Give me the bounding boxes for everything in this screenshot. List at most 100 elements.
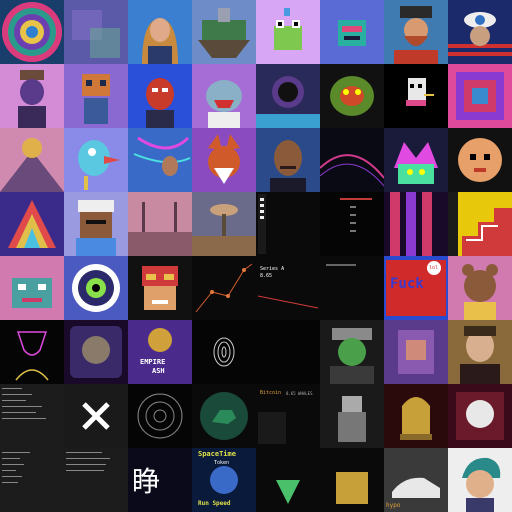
tile-neon-curtains[interactable] xyxy=(384,192,448,256)
tile-dark-ui-lines[interactable] xyxy=(256,192,320,256)
tile-silver-robot[interactable] xyxy=(320,384,384,448)
pixel-cap-guy-art xyxy=(64,192,128,256)
tile-pixel-frog[interactable] xyxy=(256,0,320,64)
tile-series-chart[interactable]: Series A 8.65 xyxy=(256,256,320,320)
rainbow-bird-art xyxy=(0,192,64,256)
eye-flag-art xyxy=(448,0,512,64)
tile-list-doc[interactable] xyxy=(0,448,64,512)
tile-wolf-cartoon[interactable] xyxy=(192,64,256,128)
tile-pink-glitch[interactable] xyxy=(448,64,512,128)
neon-curtains-art xyxy=(384,192,448,256)
tile-floating-island[interactable] xyxy=(192,0,256,64)
blue-bird-cartoon-art xyxy=(64,128,128,192)
tile-black-empty[interactable] xyxy=(256,320,320,384)
black-empty-art xyxy=(256,320,320,384)
neon-cat-art xyxy=(384,128,448,192)
tile-woman-portrait[interactable] xyxy=(128,0,192,64)
tile-bearded-man[interactable] xyxy=(384,0,448,64)
tile-anime-frame[interactable] xyxy=(448,384,512,448)
tile-text-block[interactable] xyxy=(64,448,128,512)
tile-neon-line-face[interactable] xyxy=(0,320,64,384)
card-creature-art xyxy=(64,320,128,384)
tile-yellow-stairs[interactable] xyxy=(448,192,512,256)
tile-fox-character[interactable] xyxy=(192,128,256,192)
black-blank-art xyxy=(320,256,384,320)
dark-ui-lines-art xyxy=(256,192,320,256)
woman-neon-hair-art xyxy=(128,128,192,192)
tile-spiral-eye[interactable] xyxy=(64,256,128,320)
pixel-frog-pink-art xyxy=(0,256,64,320)
series-title: Series A xyxy=(260,266,285,272)
tile-blue-bird-cartoon[interactable] xyxy=(64,128,128,192)
gold-box-art xyxy=(320,448,384,512)
tile-rainbow-bird[interactable] xyxy=(0,192,64,256)
tile-neon-cat[interactable] xyxy=(384,128,448,192)
tile-gold-box[interactable] xyxy=(320,448,384,512)
tile-kanji[interactable]: 睁 xyxy=(128,448,192,512)
tile-pixel-punk-skull[interactable] xyxy=(384,64,448,128)
tile-pick-list[interactable] xyxy=(256,448,320,512)
tile-dino-circle[interactable] xyxy=(192,384,256,448)
tile-teal-hair-character[interactable] xyxy=(448,448,512,512)
tile-golden-helmet[interactable] xyxy=(384,384,448,448)
tile-pixel-frog-pink[interactable] xyxy=(0,256,64,320)
bitcoin-title: Bitcoin xyxy=(260,390,282,396)
pixel-frog-art xyxy=(256,0,320,64)
floating-island-art xyxy=(192,0,256,64)
tile-green-hat-man[interactable] xyxy=(320,320,384,384)
pixel-portrait-art xyxy=(384,320,448,384)
tile-empire-ash[interactable]: EMPIRE ASH xyxy=(128,320,192,384)
tile-dark-wave[interactable] xyxy=(320,128,384,192)
silver-robot-art xyxy=(320,384,384,448)
tile-close-cross[interactable] xyxy=(64,384,128,448)
sneaker-caption: hypo xyxy=(386,502,401,509)
tile-woman-neon-hair[interactable] xyxy=(128,128,192,192)
tile-dark-list[interactable] xyxy=(320,192,384,256)
tile-pixel-baby[interactable] xyxy=(448,128,512,192)
woman-portrait-art xyxy=(128,0,192,64)
dark-list-art xyxy=(320,192,384,256)
tile-mandala[interactable] xyxy=(0,0,64,64)
tile-sneaker[interactable]: hypo xyxy=(384,448,448,512)
tunnel-art xyxy=(128,384,192,448)
dragon-green-art xyxy=(320,64,384,128)
pixel-punk-skull-art xyxy=(384,64,448,128)
tile-bear-cartoon[interactable] xyxy=(448,256,512,320)
tile-hat-figure[interactable] xyxy=(0,64,64,128)
tile-pixel-mask-man[interactable] xyxy=(128,256,192,320)
ash-text: ASH xyxy=(152,367,165,375)
pixel-mask-man-art xyxy=(128,256,192,320)
pink-bridge-art xyxy=(128,192,192,256)
tile-pink-bridge[interactable] xyxy=(128,192,192,256)
tile-fingerprint[interactable] xyxy=(192,320,256,384)
tile-orange-robot[interactable] xyxy=(64,64,128,128)
tile-bitcoin[interactable]: Bitcoin 8.65 WHALES xyxy=(256,384,320,448)
bearded-man-art xyxy=(384,0,448,64)
spacetime-title: SpaceTime xyxy=(198,450,236,458)
tile-robot-head[interactable] xyxy=(320,0,384,64)
tile-psychedelic-road[interactable] xyxy=(0,128,64,192)
tile-purple-texture[interactable] xyxy=(64,0,128,64)
tile-eye-flag[interactable] xyxy=(448,0,512,64)
tile-spacetime-token[interactable]: SpaceTime Token Run Speed xyxy=(192,448,256,512)
tile-tunnel[interactable] xyxy=(128,384,192,448)
tile-alien-desert[interactable] xyxy=(192,192,256,256)
tile-text-doc[interactable] xyxy=(0,384,64,448)
golden-helmet-art xyxy=(384,384,448,448)
tile-pixel-cap-guy[interactable] xyxy=(64,192,128,256)
tile-orange-network[interactable] xyxy=(192,256,256,320)
tile-painted-portrait[interactable] xyxy=(448,320,512,384)
tile-red-mask[interactable] xyxy=(128,64,192,128)
man-portrait-photo-art xyxy=(256,128,320,192)
tile-pixel-portrait[interactable] xyxy=(384,320,448,384)
tile-card-creature[interactable] xyxy=(64,320,128,384)
spacetime-bottom: Run Speed xyxy=(198,500,231,507)
tile-black-blank[interactable] xyxy=(320,256,384,320)
tile-man-portrait-photo[interactable] xyxy=(256,128,320,192)
close-icon xyxy=(64,384,128,448)
tile-dragon-green[interactable] xyxy=(320,64,384,128)
tile-astronaut-neon[interactable] xyxy=(256,64,320,128)
pick-list-art xyxy=(256,448,320,512)
orange-robot-art xyxy=(64,64,128,128)
tile-red-poster[interactable]: Fuck lol xyxy=(384,256,448,320)
